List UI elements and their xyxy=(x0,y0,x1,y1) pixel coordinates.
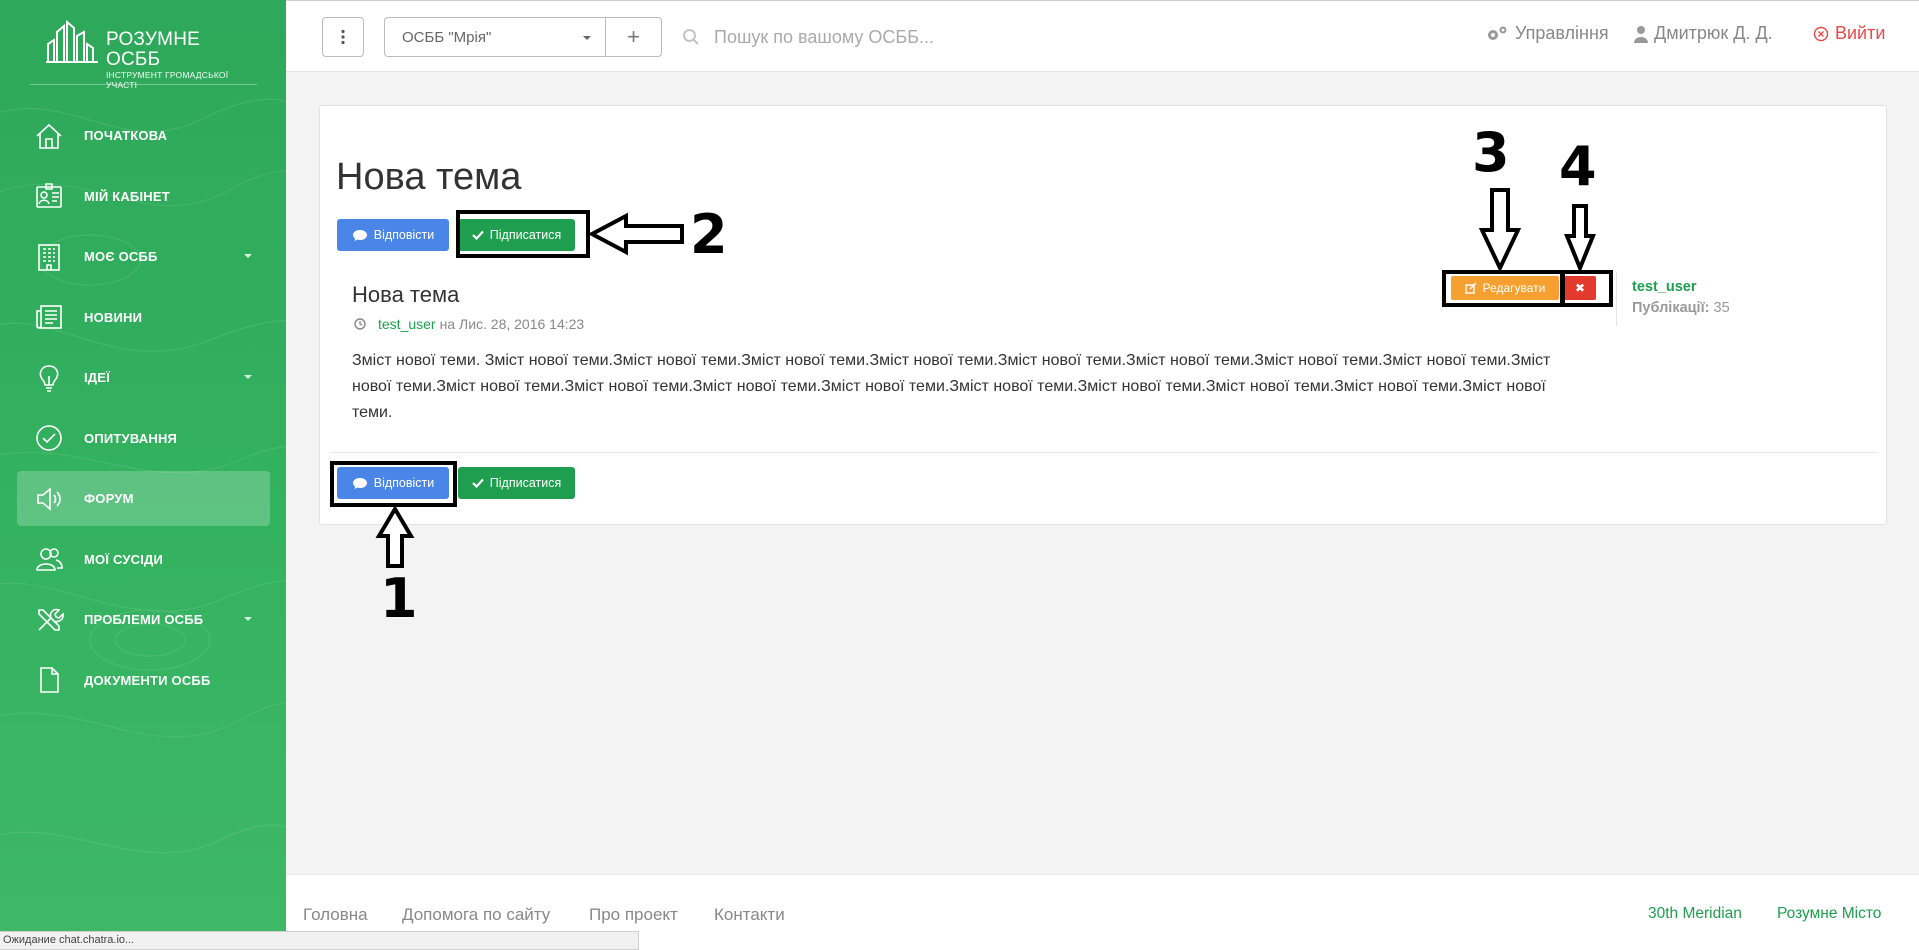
arrow-2-icon xyxy=(587,212,684,256)
footer-link-contacts[interactable]: Контакти xyxy=(714,905,785,925)
footer-link-home[interactable]: Головна xyxy=(303,905,368,925)
browser-status-bar: Ожидание chat.chatra.io... xyxy=(0,931,639,950)
footer-link-help[interactable]: Допомога по сайту xyxy=(402,905,550,925)
annotation-arrows xyxy=(375,188,1596,568)
footer-link-30th-meridian[interactable]: 30th Meridian xyxy=(1648,905,1742,923)
arrow-4-icon xyxy=(1564,204,1596,274)
annotation-number-1: 1 xyxy=(380,567,418,630)
arrow-3-icon xyxy=(1478,188,1522,273)
annotation-number-4: 4 xyxy=(1559,135,1597,198)
footer-link-smart-city[interactable]: Розумне Місто xyxy=(1777,905,1881,923)
annotation-number-3: 3 xyxy=(1472,121,1510,184)
annotation-number-2: 2 xyxy=(690,203,728,266)
arrow-1-icon xyxy=(375,505,415,568)
footer-link-about[interactable]: Про проект xyxy=(589,905,678,925)
